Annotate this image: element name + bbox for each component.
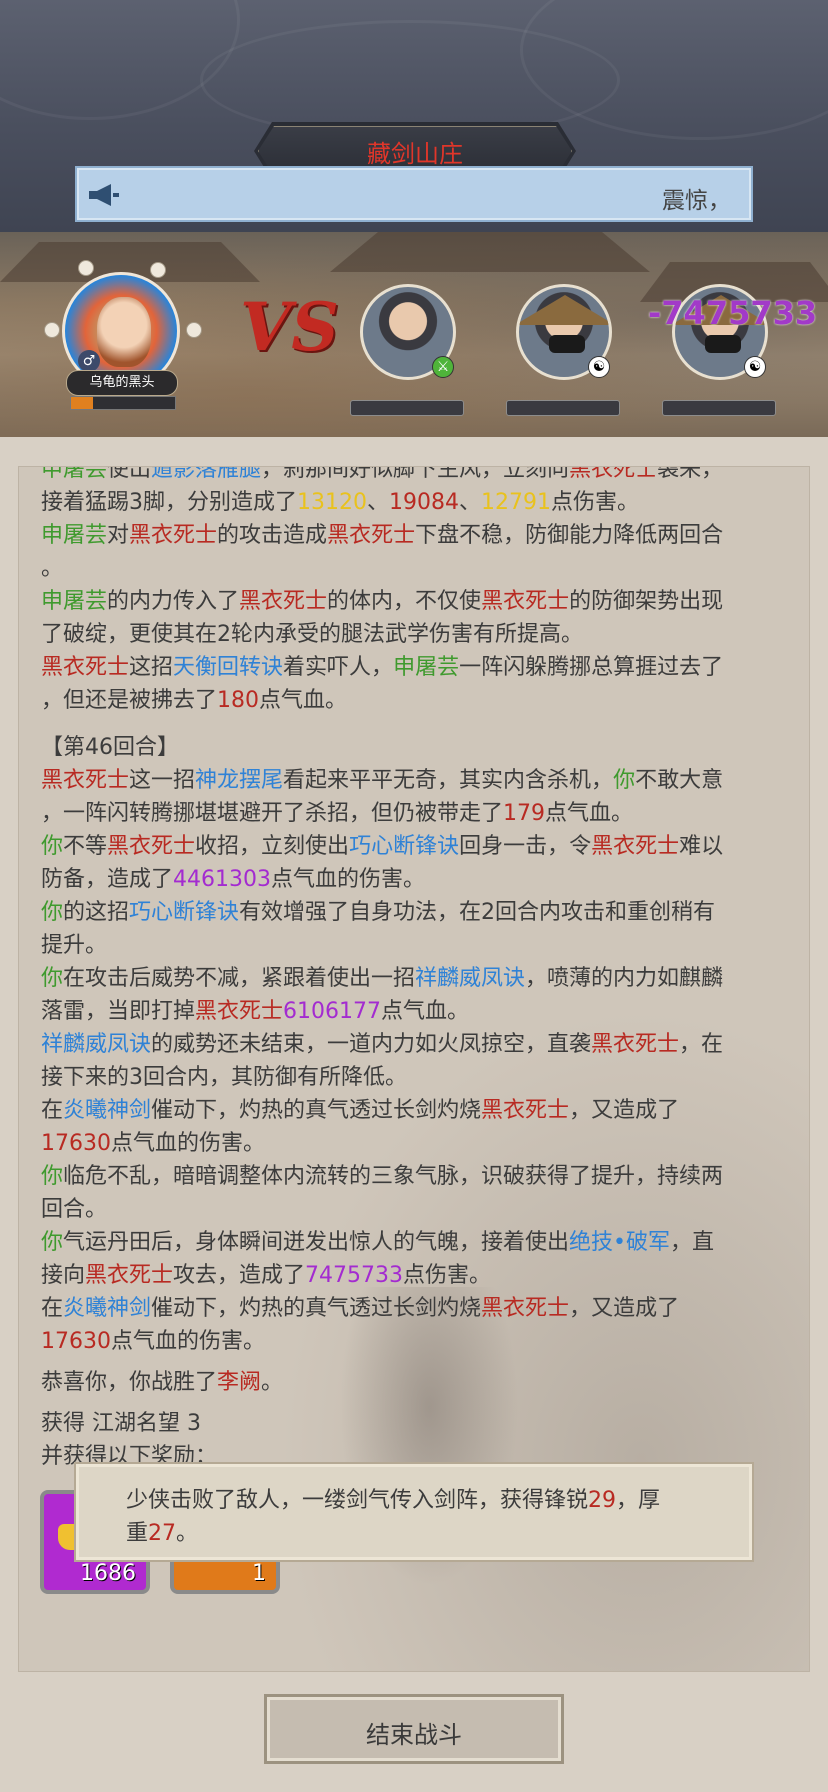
log-line: 17630点气血的伤害。 [41,1131,266,1156]
log-line: ，但还是被拂去了180点气血。 [41,688,348,713]
broadcast-bar[interactable]: 震惊， [75,166,753,222]
battle-scene: ♂ 乌龟的黑头 VS ⚔ ☯ ☯ -7475733 [0,232,828,437]
log-line: 接下来的3回合内，其防御有所降低。 [41,1065,407,1090]
broadcast-text: 震惊， [662,188,731,214]
megaphone-icon [89,184,119,206]
log-line: 17630点气血的伤害。 [41,1329,266,1354]
log-line: 你临危不乱，暗暗调整体内流转的三象气脉，识破获得了提升，持续两 [41,1164,724,1189]
log-line: 申屠芸的内力传入了黑衣死士的体内，不仅使黑衣死士的防御架势出现 [41,589,724,614]
log-line: 祥麟威凤诀的威势还未结束，一道内力如火凤掠空，直袭黑衣死士，在 [41,1032,724,1057]
player-name: 乌龟的黑头 [66,370,178,396]
swirl-decor [0,0,240,120]
log-line: 申屠芸对黑衣死士的攻击造成黑衣死士下盘不稳，防御能力降低两回合 [41,523,724,548]
vs-emblem: VS [240,288,339,366]
log-line: 。 [41,556,64,581]
log-line: 黑衣死士这招天衡回转诀着实吓人，申屠芸一阵闪躲腾挪总算捱过去了 [41,655,724,680]
enemy-hp-bar-1 [350,400,464,416]
end-battle-button[interactable]: 结束战斗 [264,1694,564,1764]
skill-orb [186,322,202,338]
log-line: 你不等黑衣死士收招，立刻使出巧心断锋诀回身一击，令黑衣死士难以 [41,834,724,859]
sword-icon: ⚔ [432,356,454,378]
toast-message: 少侠击败了敌人，一缕剑气传入剑阵，获得锋锐29，厚 重27。 [126,1488,661,1546]
reward-quantity: 1686 [80,1561,136,1586]
enemy-hp-bar-2 [506,400,620,416]
skill-orb [44,322,60,338]
log-line: 你的这招巧心断锋诀有效增强了自身功法，在2回合内攻击和重创稍有 [41,900,716,925]
victory-line: 恭喜你，你战胜了李阙。 [41,1370,284,1395]
skill-orb [78,260,94,276]
log-line: 接着猛踢3脚，分别造成了13120、19084、12791点伤害。 [41,490,640,515]
log-line: 你气运丹田后，身体瞬间迸发出惊人的气魄，接着使出绝技•破军，直 [41,1230,715,1255]
header-bar: 藏剑山庄 震惊， [0,0,828,232]
log-line: 在炎曦神剑催动下，灼热的真气透过长剑灼烧黑衣死士，又造成了 [41,1098,680,1123]
reward-fame-line: 获得 江湖名望 3 [41,1411,201,1436]
end-battle-label: 结束战斗 [366,1721,462,1749]
male-icon: ♂ [78,350,100,372]
log-line: 回合。 [41,1197,108,1222]
round-header: 【第46回合】 [41,735,179,760]
sword-array-toast: 少侠击败了敌人，一缕剑气传入剑阵，获得锋锐29，厚 重27。 [74,1462,754,1562]
log-line: 防备，造成了4461303点气血的伤害。 [41,867,426,892]
log-line: 落雷，当即打掉黑衣死士6106177点气血。 [41,999,470,1024]
yinyang-icon: ☯ [744,356,766,378]
player-hp-bar [70,396,176,410]
log-line: 了破绽，更使其在2轮内承受的腿法武学伤害有所提高。 [41,622,583,647]
log-line: 你在攻击后威势不减，紧跟着使出一招祥麟威凤诀，喷薄的内力如麒麟 [41,966,724,991]
log-line: 接向黑衣死士攻去，造成了7475733点伤害。 [41,1263,492,1288]
roof-decor [330,232,650,272]
yinyang-icon: ☯ [588,356,610,378]
log-line: 申屠芸使出遁影落雁腿，刹那间好似脚下生风，立刻向黑衣死士袭来， [41,466,724,482]
battle-log-text: 申屠芸使出遁影落雁腿，刹那间好似脚下生风，立刻向黑衣死士袭来， 接着猛踢3脚，分… [41,466,801,1473]
log-line: 黑衣死士这一招神龙摆尾看起来平平无奇，其实内含杀机，你不敢大意 [41,768,724,793]
enemy-hp-bar-3 [662,400,776,416]
log-line: 提升。 [41,933,108,958]
skill-orb [150,262,166,278]
log-line: ，一阵闪转腾挪堪堪避开了杀招，但仍被带走了179点气血。 [41,801,634,826]
location-title: 藏剑山庄 [367,140,463,168]
floating-damage: -7475733 [648,294,818,332]
log-line: 在炎曦神剑催动下，灼热的真气透过长剑灼烧黑衣死士，又造成了 [41,1296,680,1321]
reward-quantity: 1 [252,1561,266,1586]
